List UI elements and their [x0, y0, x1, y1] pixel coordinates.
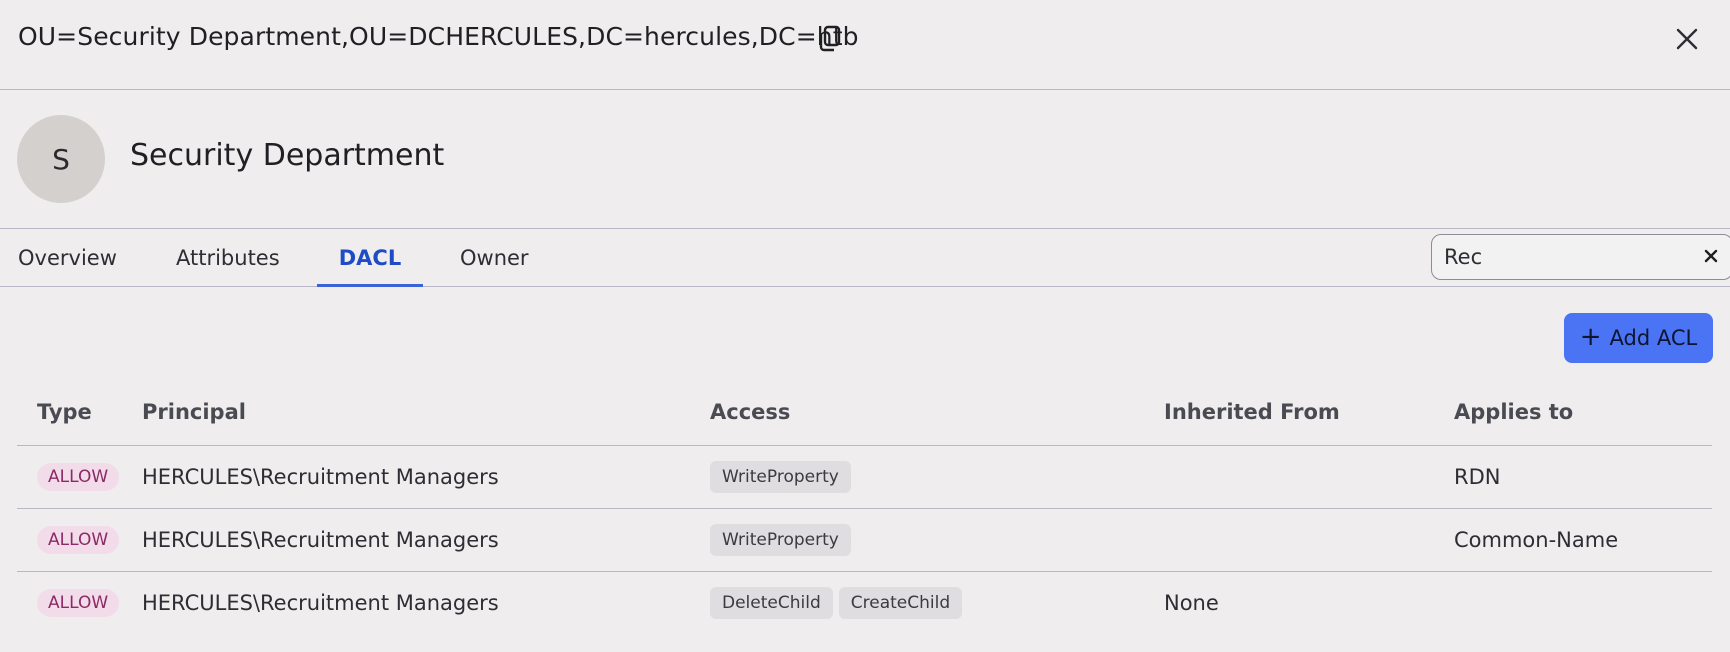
entity-header: S Security Department — [0, 90, 1730, 229]
add-acl-label: Add ACL — [1609, 326, 1698, 350]
principal-cell: HERCULES\Recruitment Managers — [142, 590, 499, 615]
column-header-principal[interactable]: Principal — [142, 386, 710, 446]
inherited-from-cell — [1164, 445, 1454, 509]
inherited-from-cell: None — [1164, 590, 1219, 615]
column-header-inherited-from[interactable]: Inherited From — [1164, 386, 1454, 446]
add-acl-button[interactable]: + Add ACL — [1564, 313, 1713, 363]
active-tab-indicator — [317, 284, 423, 287]
applies-to-cell: RDN — [1454, 445, 1712, 509]
access-chip: WriteProperty — [710, 523, 851, 556]
principal-cell: HERCULES\Recruitment Managers — [142, 508, 710, 572]
table-row[interactable]: ALLOW HERCULES\Recruitment Managers Writ… — [17, 445, 1712, 509]
column-header-applies-to[interactable]: Applies to — [1454, 386, 1712, 446]
entity-name: Security Department — [130, 138, 445, 173]
plus-icon: + — [1579, 321, 1602, 352]
status-badge: ALLOW — [37, 525, 120, 554]
close-icon[interactable] — [1673, 25, 1701, 53]
access-chip: CreateChild — [838, 586, 963, 619]
inherited-from-cell — [1164, 508, 1454, 572]
table-row[interactable]: ALLOW HERCULES\Recruitment Managers Writ… — [17, 508, 1712, 572]
search-box — [1431, 234, 1730, 280]
tab-overview[interactable]: Overview — [18, 229, 117, 287]
clear-search-icon[interactable] — [1701, 246, 1721, 266]
table-row[interactable]: ALLOW HERCULES\Recruitment Managers Dele… — [17, 571, 1712, 634]
tab-dacl[interactable]: DACL — [317, 229, 423, 287]
copy-icon[interactable] — [816, 25, 842, 53]
dialog-header: OU=Security Department,OU=DCHERCULES,DC=… — [0, 0, 1730, 90]
principal-cell: HERCULES\Recruitment Managers — [142, 445, 710, 509]
search-input[interactable] — [1444, 243, 1684, 271]
applies-to-cell: Common-Name — [1454, 508, 1712, 572]
avatar: S — [17, 115, 105, 203]
tab-owner[interactable]: Owner — [460, 229, 529, 287]
access-chip: WriteProperty — [710, 460, 851, 493]
applies-to-cell — [1454, 571, 1712, 634]
column-header-access[interactable]: Access — [710, 386, 1164, 446]
status-badge: ALLOW — [37, 588, 120, 617]
acl-table: Type Principal Access Inherited From App… — [17, 386, 1712, 634]
tab-attributes[interactable]: Attributes — [176, 229, 280, 287]
column-header-type[interactable]: Type — [17, 386, 142, 446]
distinguished-name-title: OU=Security Department,OU=DCHERCULES,DC=… — [18, 22, 859, 51]
table-header-row: Type Principal Access Inherited From App… — [17, 386, 1712, 446]
status-badge: ALLOW — [37, 462, 120, 491]
access-chip: DeleteChild — [710, 586, 833, 619]
